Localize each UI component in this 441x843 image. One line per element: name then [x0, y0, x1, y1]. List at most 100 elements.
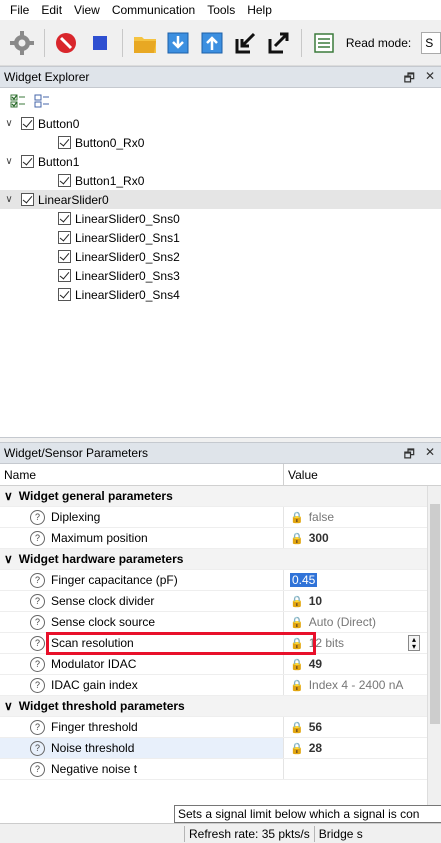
disconnect-button[interactable]	[53, 29, 81, 57]
param-row[interactable]: ? Maximum position 🔒 300	[0, 528, 441, 549]
param-row[interactable]: ? IDAC gain index 🔒 Index 4 - 2400 nA	[0, 675, 441, 696]
checkbox-checked-icon[interactable]	[58, 174, 71, 187]
help-icon[interactable]: ?	[30, 593, 45, 609]
help-icon[interactable]: ?	[30, 656, 45, 672]
menu-file[interactable]: File	[4, 0, 35, 20]
param-row[interactable]: ? Modulator IDAC 🔒 49	[0, 654, 441, 675]
import-arrow-icon	[235, 32, 255, 53]
read-mode-select[interactable]: S	[421, 31, 441, 54]
chevron-down-icon[interactable]: ∨	[3, 156, 15, 167]
help-icon[interactable]: ?	[30, 677, 45, 693]
open-folder-button[interactable]	[131, 29, 159, 57]
checkbox-checked-icon[interactable]	[21, 193, 34, 206]
checkbox-checked-icon[interactable]	[58, 269, 71, 282]
help-icon[interactable]: ?	[30, 761, 45, 777]
help-icon[interactable]: ?	[30, 719, 45, 735]
help-icon[interactable]: ?	[30, 740, 45, 756]
tree-item-button0[interactable]: ∨ Button0	[0, 114, 441, 133]
help-icon[interactable]: ?	[30, 614, 45, 630]
close-icon[interactable]: ✕	[425, 69, 435, 90]
tree-item-sns0[interactable]: LinearSlider0_Sns0	[0, 209, 441, 228]
column-name-header[interactable]: Name	[0, 464, 284, 485]
float-icon[interactable]: 🗗	[404, 69, 415, 90]
tree-item-button1[interactable]: ∨ Button1	[0, 152, 441, 171]
menu-communication[interactable]: Communication	[106, 0, 201, 20]
param-row-finger-capacitance[interactable]: ? Finger capacitance (pF) 0.45	[0, 570, 441, 591]
widget-explorer-title: Widget Explorer	[4, 70, 90, 84]
download-button[interactable]	[165, 29, 193, 57]
help-icon[interactable]: ?	[30, 530, 45, 546]
tree-item-sns4[interactable]: LinearSlider0_Sns4	[0, 285, 441, 304]
chevron-down-icon[interactable]: ∨	[3, 118, 15, 129]
checkbox-checked-icon[interactable]	[58, 231, 71, 244]
help-icon[interactable]: ?	[30, 635, 45, 651]
params-grid: Name Value ∨ Widget general parameters ? D…	[0, 464, 441, 843]
tree-item-sns3[interactable]: LinearSlider0_Sns3	[0, 266, 441, 285]
param-row[interactable]: ? Finger threshold 🔒 56	[0, 717, 441, 738]
tree-item-button0-rx0[interactable]: Button0_Rx0	[0, 133, 441, 152]
lock-icon: 🔒	[290, 658, 304, 671]
param-group-label: Widget threshold parameters	[18, 699, 185, 713]
param-name: IDAC gain index	[51, 678, 138, 692]
menu-help[interactable]: Help	[241, 0, 278, 20]
value-spinner[interactable]: ▴ ▾	[408, 635, 420, 651]
chevron-down-icon[interactable]: ∨	[4, 552, 13, 566]
column-value-header[interactable]: Value	[284, 468, 318, 482]
checkbox-checked-icon[interactable]	[21, 117, 34, 130]
lock-icon: 🔒	[290, 637, 304, 650]
param-group-hardware[interactable]: ∨ Widget hardware parameters	[0, 549, 441, 570]
check-all-icon[interactable]	[10, 94, 26, 108]
read-mode-label: Read mode:	[345, 35, 412, 50]
lock-icon: 🔒	[290, 721, 304, 734]
param-row[interactable]: ? Scan resolution 🔒 12 bits	[0, 633, 441, 654]
param-group-label: Widget general parameters	[18, 489, 173, 503]
checkbox-checked-icon[interactable]	[58, 136, 71, 149]
upload-button[interactable]	[198, 29, 226, 57]
tree-item-sns1[interactable]: LinearSlider0_Sns1	[0, 228, 441, 247]
import-button[interactable]	[232, 29, 260, 57]
vertical-scrollbar[interactable]	[427, 486, 441, 842]
stop-button[interactable]	[86, 29, 114, 57]
checkbox-checked-icon[interactable]	[58, 250, 71, 263]
help-icon[interactable]: ?	[30, 509, 45, 525]
finger-capacitance-input[interactable]: 0.45	[290, 573, 318, 587]
chevron-down-icon[interactable]: ∨	[4, 489, 13, 503]
menu-edit[interactable]: Edit	[35, 0, 68, 20]
tree-item-button1-rx0[interactable]: Button1_Rx0	[0, 171, 441, 190]
export-button[interactable]	[266, 29, 294, 57]
close-icon[interactable]: ✕	[425, 445, 435, 466]
bridge-status: Bridge s	[313, 825, 367, 842]
stop-square-icon	[93, 35, 108, 50]
log-button[interactable]	[310, 29, 338, 57]
tree-item-linearslider0[interactable]: ∨ LinearSlider0	[0, 190, 441, 209]
param-name: Negative noise t	[51, 762, 138, 776]
chevron-down-icon[interactable]: ∨	[4, 699, 13, 713]
widget-explorer-header: Widget Explorer 🗗 ✕	[0, 66, 441, 88]
tree-item-label: Button1	[38, 154, 80, 169]
export-arrow-icon	[268, 32, 289, 53]
param-row[interactable]: ? Sense clock source 🔒 Auto (Direct)	[0, 612, 441, 633]
checkbox-checked-icon[interactable]	[58, 288, 71, 301]
help-icon[interactable]: ?	[30, 572, 45, 588]
lock-icon: 🔒	[290, 595, 304, 608]
tree-item-sns2[interactable]: LinearSlider0_Sns2	[0, 247, 441, 266]
checkbox-checked-icon[interactable]	[58, 212, 71, 225]
param-row[interactable]: ? Negative noise t	[0, 759, 441, 780]
param-group-general[interactable]: ∨ Widget general parameters	[0, 486, 441, 507]
stop-circle-icon	[56, 32, 77, 53]
scrollbar-thumb[interactable]	[430, 504, 440, 724]
menu-tools[interactable]: Tools	[201, 0, 241, 20]
uncheck-all-icon[interactable]	[34, 94, 50, 108]
param-group-threshold[interactable]: ∨ Widget threshold parameters	[0, 696, 441, 717]
settings-gear-button[interactable]	[8, 29, 36, 57]
param-row[interactable]: ? Diplexing 🔒 false	[0, 507, 441, 528]
checkbox-checked-icon[interactable]	[21, 155, 34, 168]
param-row[interactable]: ? Sense clock divider 🔒 10	[0, 591, 441, 612]
chevron-down-icon[interactable]: ∨	[3, 194, 15, 205]
param-value: Auto (Direct)	[308, 615, 377, 629]
tree-item-label: Button0	[38, 116, 80, 131]
param-row[interactable]: ? Noise threshold 🔒 28	[0, 738, 441, 759]
param-value: false	[308, 510, 335, 524]
float-icon[interactable]: 🗗	[404, 445, 415, 466]
menu-view[interactable]: View	[68, 0, 106, 20]
